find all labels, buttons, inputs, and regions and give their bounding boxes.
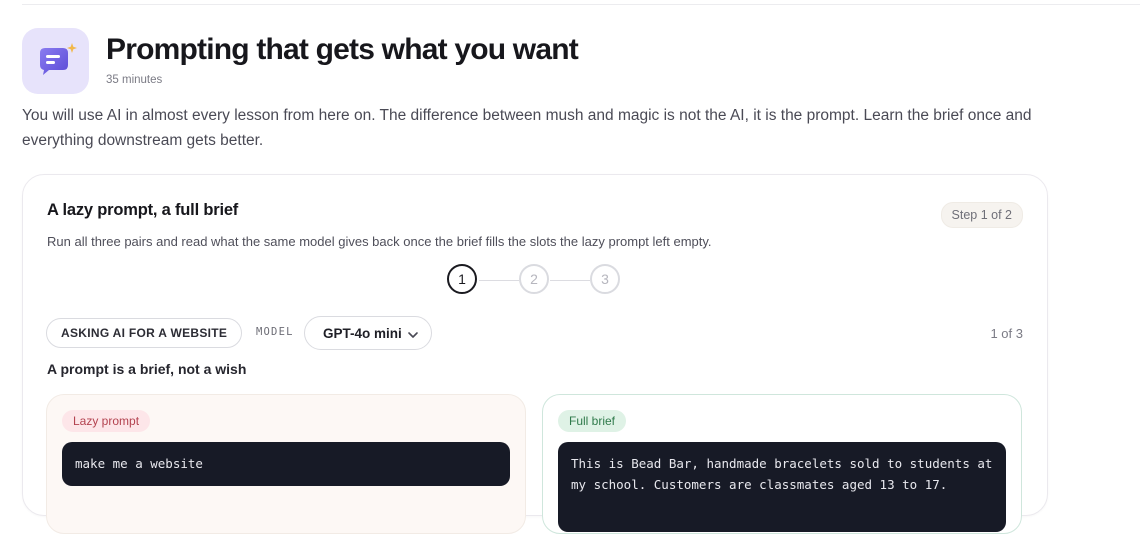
step-3[interactable]: 3 (590, 264, 620, 294)
stepper-connector (550, 280, 590, 281)
chat-sparkle-icon (22, 28, 89, 94)
section-heading: A prompt is a brief, not a wish (47, 361, 247, 377)
lesson-title: Prompting that gets what you want (106, 33, 579, 66)
step-1[interactable]: 1 (447, 264, 477, 294)
lesson-duration: 35 minutes (106, 74, 163, 86)
model-label: MODEL (256, 326, 294, 338)
lazy-prompt-panel: Lazy prompt make me a website (46, 394, 526, 534)
full-brief-code: This is Bead Bar, handmade bracelets sol… (558, 442, 1006, 532)
stepper-connector (479, 280, 519, 281)
activity-description: Run all three pairs and read what the sa… (47, 234, 712, 249)
full-brief-tag: Full brief (558, 410, 627, 432)
model-select[interactable]: GPT-4o mini (304, 316, 432, 350)
full-brief-panel: Full brief This is Bead Bar, handmade br… (542, 394, 1022, 534)
activity-card: A lazy prompt, a full brief Step 1 of 2 … (22, 174, 1048, 534)
lazy-prompt-code: make me a website (62, 442, 510, 486)
step-badge: Step 1 of 2 (940, 202, 1023, 228)
pair-stepper: 1 2 3 (447, 264, 623, 298)
pair-count: 1 of 3 (990, 326, 1023, 341)
top-divider (22, 4, 1140, 5)
chevron-down-icon (407, 328, 419, 346)
lesson-intro: You will use AI in almost every lesson f… (22, 107, 1032, 149)
lazy-prompt-tag: Lazy prompt (62, 410, 151, 432)
topic-pill[interactable]: ASKING AI FOR A WEBSITE (46, 318, 243, 348)
activity-title: A lazy prompt, a full brief (47, 201, 239, 219)
model-select-value: GPT-4o mini (323, 325, 402, 341)
step-2[interactable]: 2 (519, 264, 549, 294)
